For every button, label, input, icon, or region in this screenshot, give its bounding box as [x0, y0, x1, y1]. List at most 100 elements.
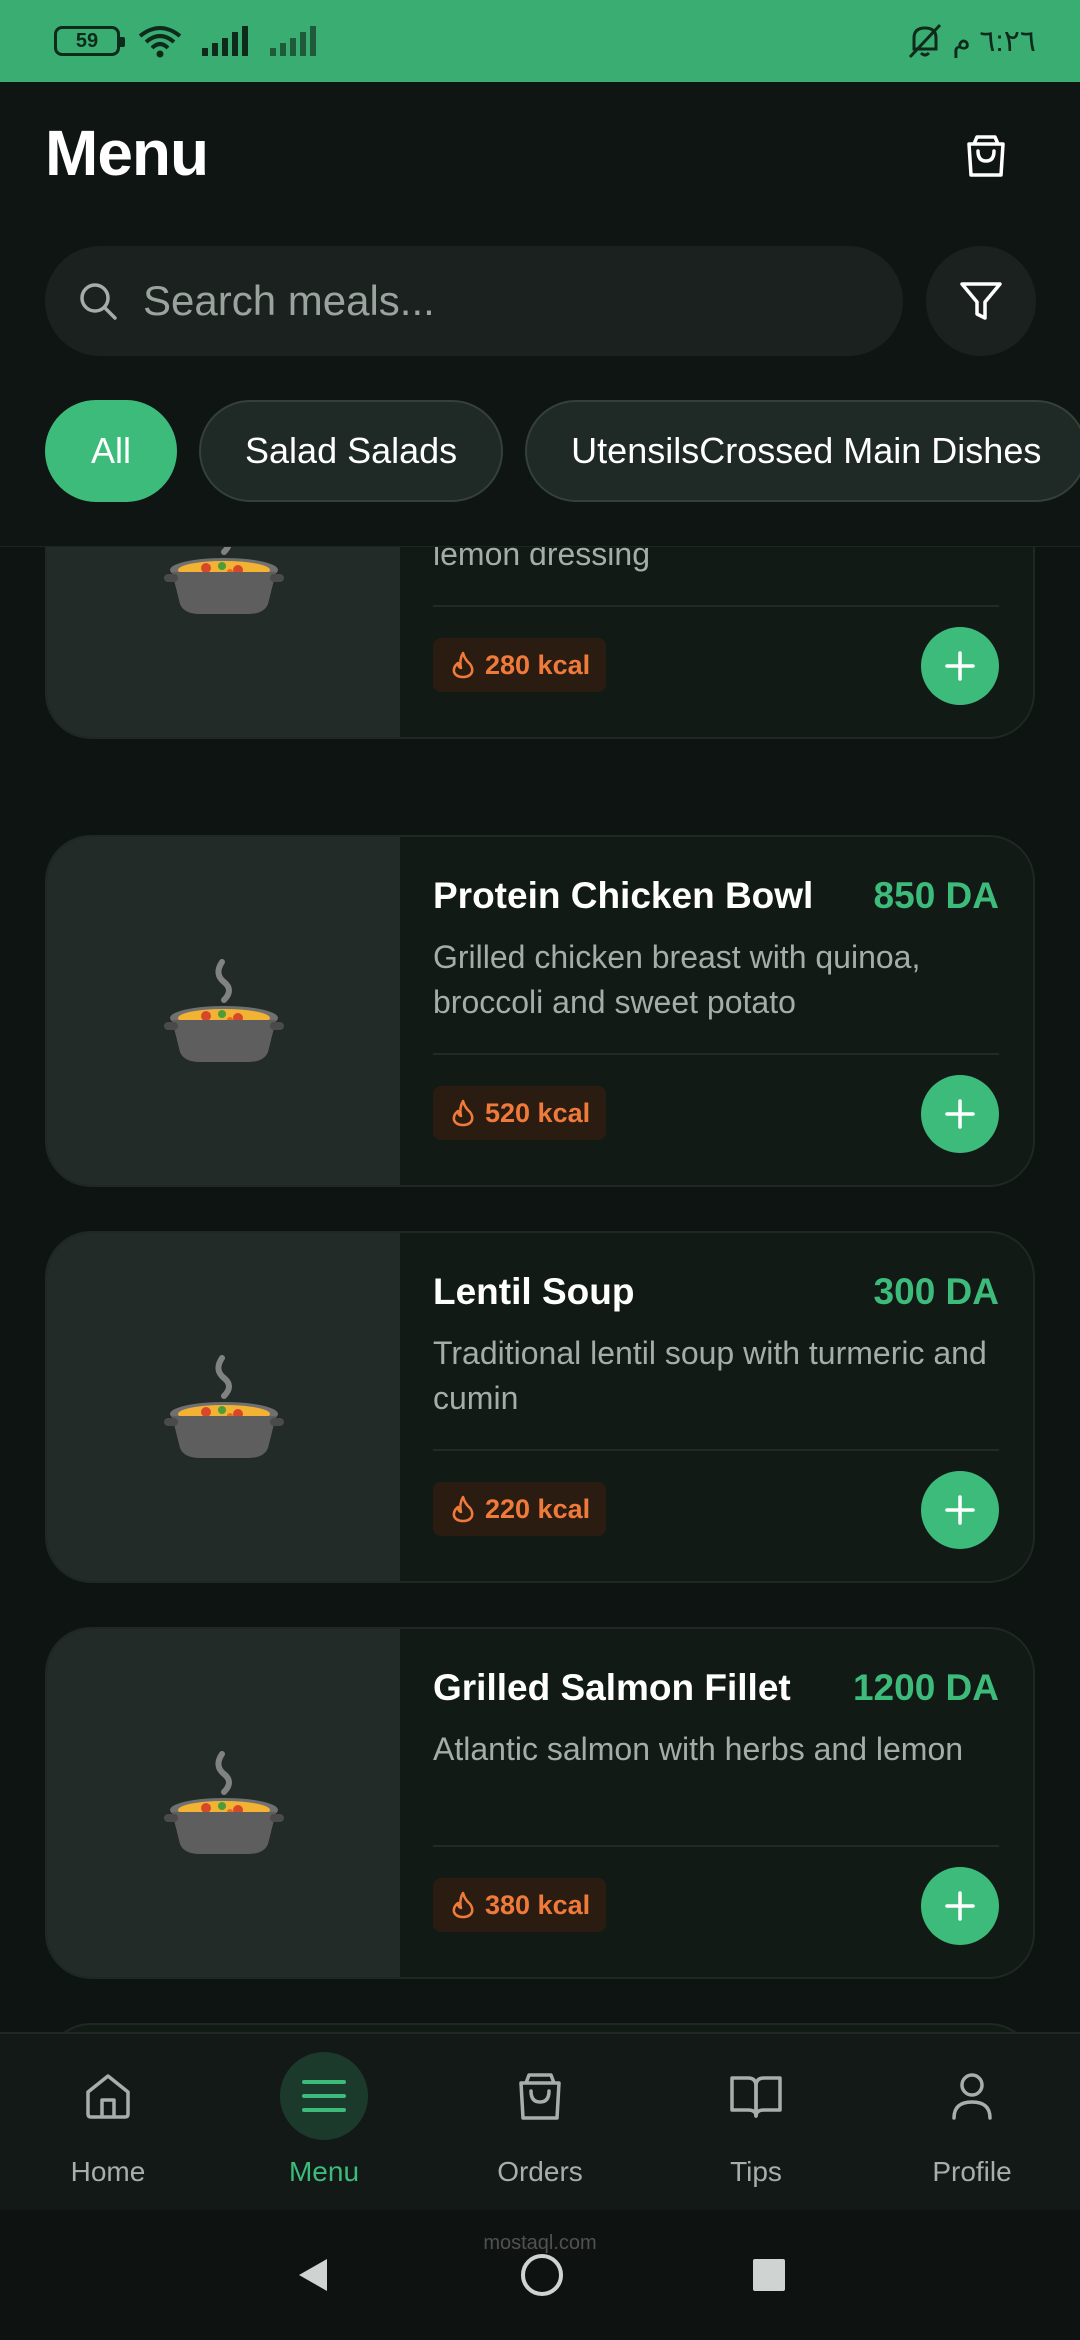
kcal-value: 380 kcal [485, 1889, 591, 1920]
nav-icon-wrap [280, 2052, 368, 2140]
meal-name: Lentil Soup [433, 1271, 635, 1312]
system-nav-bar [0, 2210, 1080, 2340]
kcal-badge: 380 kcal [433, 1878, 607, 1932]
user-icon [952, 2073, 992, 2120]
chip-salads[interactable]: Salad Salads [199, 400, 504, 502]
flame-icon [452, 1495, 474, 1523]
meal-price: 850 DA [873, 875, 999, 916]
nav-orders[interactable]: Orders [432, 2034, 648, 2210]
battery-level: 59 [75, 29, 99, 52]
status-bar: 59 ٦:٢٦ م [0, 0, 1080, 82]
add-to-cart-button[interactable] [921, 1867, 999, 1945]
wifi-icon [138, 26, 182, 58]
search-icon [80, 283, 117, 320]
app-header: Menu All Salad Salads UtensilsCrossed Ma… [0, 82, 1080, 547]
bottom-nav: Home Menu Orders Tips Profile [0, 2032, 1080, 2210]
nav-profile[interactable]: Profile [864, 2034, 1080, 2210]
battery-icon: 59 [54, 26, 125, 56]
page-title: Menu [45, 117, 209, 189]
nav-label: Menu [288, 2156, 360, 2187]
chip-all[interactable]: All [45, 400, 178, 502]
add-to-cart-button[interactable] [921, 1471, 999, 1549]
flame-icon [452, 1891, 474, 1919]
kcal-value: 280 kcal [485, 649, 591, 680]
nav-label: Tips [730, 2156, 782, 2187]
nav-menu[interactable]: Menu [216, 2034, 432, 2210]
meal-price: 1200 DA [852, 1667, 999, 1708]
cart-button[interactable] [956, 126, 1016, 186]
nav-home[interactable]: Home [0, 2034, 216, 2210]
meal-name: Grilled Salmon Fillet [433, 1667, 791, 1708]
meal-body: Lentil Soup 300 DA Traditional lentil so… [433, 1233, 999, 1581]
kcal-badge: 220 kcal [433, 1482, 607, 1536]
filter-button[interactable] [926, 246, 1036, 356]
meal-image [47, 547, 400, 737]
nav-icon-wrap [928, 2052, 1016, 2140]
nav-icon-wrap [712, 2052, 800, 2140]
soup-pot-icon [163, 959, 284, 1062]
recents-icon[interactable] [751, 2257, 787, 2293]
kcal-badge: 280 kcal [433, 638, 607, 692]
nav-label: Home [70, 2156, 146, 2187]
meal-image [47, 837, 400, 1185]
nav-label: Orders [497, 2156, 583, 2187]
category-chips: All Salad Salads UtensilsCrossed Main Di… [45, 400, 1080, 502]
add-to-cart-button[interactable] [921, 1075, 999, 1153]
meal-body: Grilled Salmon Fillet 1200 DA Atlantic s… [433, 1629, 999, 1977]
nav-icon-wrap [64, 2052, 152, 2140]
meal-description: Traditional lentil soup with turmeric an… [433, 1335, 987, 1416]
signal-icon [202, 26, 248, 56]
status-right: ٦:٢٦ م [908, 23, 1036, 59]
soup-pot-icon [163, 547, 284, 614]
meal-description: Atlantic salmon with herbs and lemon [433, 1731, 964, 1767]
status-time: ٦:٢٦ م [952, 24, 1036, 58]
meal-divider [433, 1845, 999, 1847]
kcal-badge: 520 kcal [433, 1086, 607, 1140]
meal-price: 300 DA [873, 1271, 999, 1312]
meal-card[interactable]: Fresh spinach, cucumber, avocado with le… [45, 547, 1035, 739]
meal-divider [433, 605, 999, 607]
meal-card[interactable]: Lentil Soup 300 DA Traditional lentil so… [45, 1231, 1035, 1583]
home-circle-icon[interactable] [518, 2251, 566, 2299]
meal-divider [433, 1053, 999, 1055]
signal-icon-2 [270, 26, 316, 56]
shopping-bag-icon [967, 135, 1005, 177]
kcal-value: 520 kcal [485, 1097, 591, 1128]
meal-list[interactable]: Fresh spinach, cucumber, avocado with le… [0, 547, 1080, 2032]
meal-image [47, 1233, 400, 1581]
nav-label: Profile [932, 2156, 1012, 2187]
meal-card-partial[interactable] [45, 2023, 1035, 2032]
flame-icon [452, 651, 474, 679]
book-icon [730, 2076, 782, 2118]
status-left: 59 [54, 24, 318, 58]
bell-off-icon [909, 23, 942, 59]
meal-image [47, 1629, 400, 1977]
meal-description: Fresh spinach, cucumber, avocado with le… [433, 547, 650, 572]
soup-pot-icon [163, 1751, 284, 1854]
kcal-value: 220 kcal [485, 1493, 591, 1524]
plus-icon [945, 1099, 975, 1129]
add-to-cart-button[interactable] [921, 627, 999, 705]
nav-icon-wrap [496, 2052, 584, 2140]
meal-body: Fresh spinach, cucumber, avocado with le… [433, 547, 999, 737]
search-bar[interactable] [45, 246, 903, 356]
meal-description: Grilled chicken breast with quinoa, broc… [433, 939, 921, 1020]
plus-icon [945, 651, 975, 681]
meal-name: Protein Chicken Bowl [433, 875, 814, 916]
shopping-bag-icon [519, 2073, 561, 2120]
search-input[interactable] [143, 277, 883, 325]
meal-divider [433, 1449, 999, 1451]
plus-icon [945, 1495, 975, 1525]
filter-icon [960, 282, 1002, 320]
home-icon [86, 2074, 130, 2119]
chip-main-dishes[interactable]: UtensilsCrossed Main Dishes [525, 400, 1080, 502]
soup-pot-icon [163, 1355, 284, 1458]
nav-tips[interactable]: Tips [648, 2034, 864, 2210]
meal-body: Protein Chicken Bowl 850 DA Grilled chic… [433, 837, 999, 1185]
flame-icon [452, 1099, 474, 1127]
menu-icon [302, 2080, 346, 2112]
back-icon[interactable] [293, 2255, 333, 2295]
plus-icon [945, 1891, 975, 1921]
meal-card[interactable]: Protein Chicken Bowl 850 DA Grilled chic… [45, 835, 1035, 1187]
meal-card[interactable]: Grilled Salmon Fillet 1200 DA Atlantic s… [45, 1627, 1035, 1979]
